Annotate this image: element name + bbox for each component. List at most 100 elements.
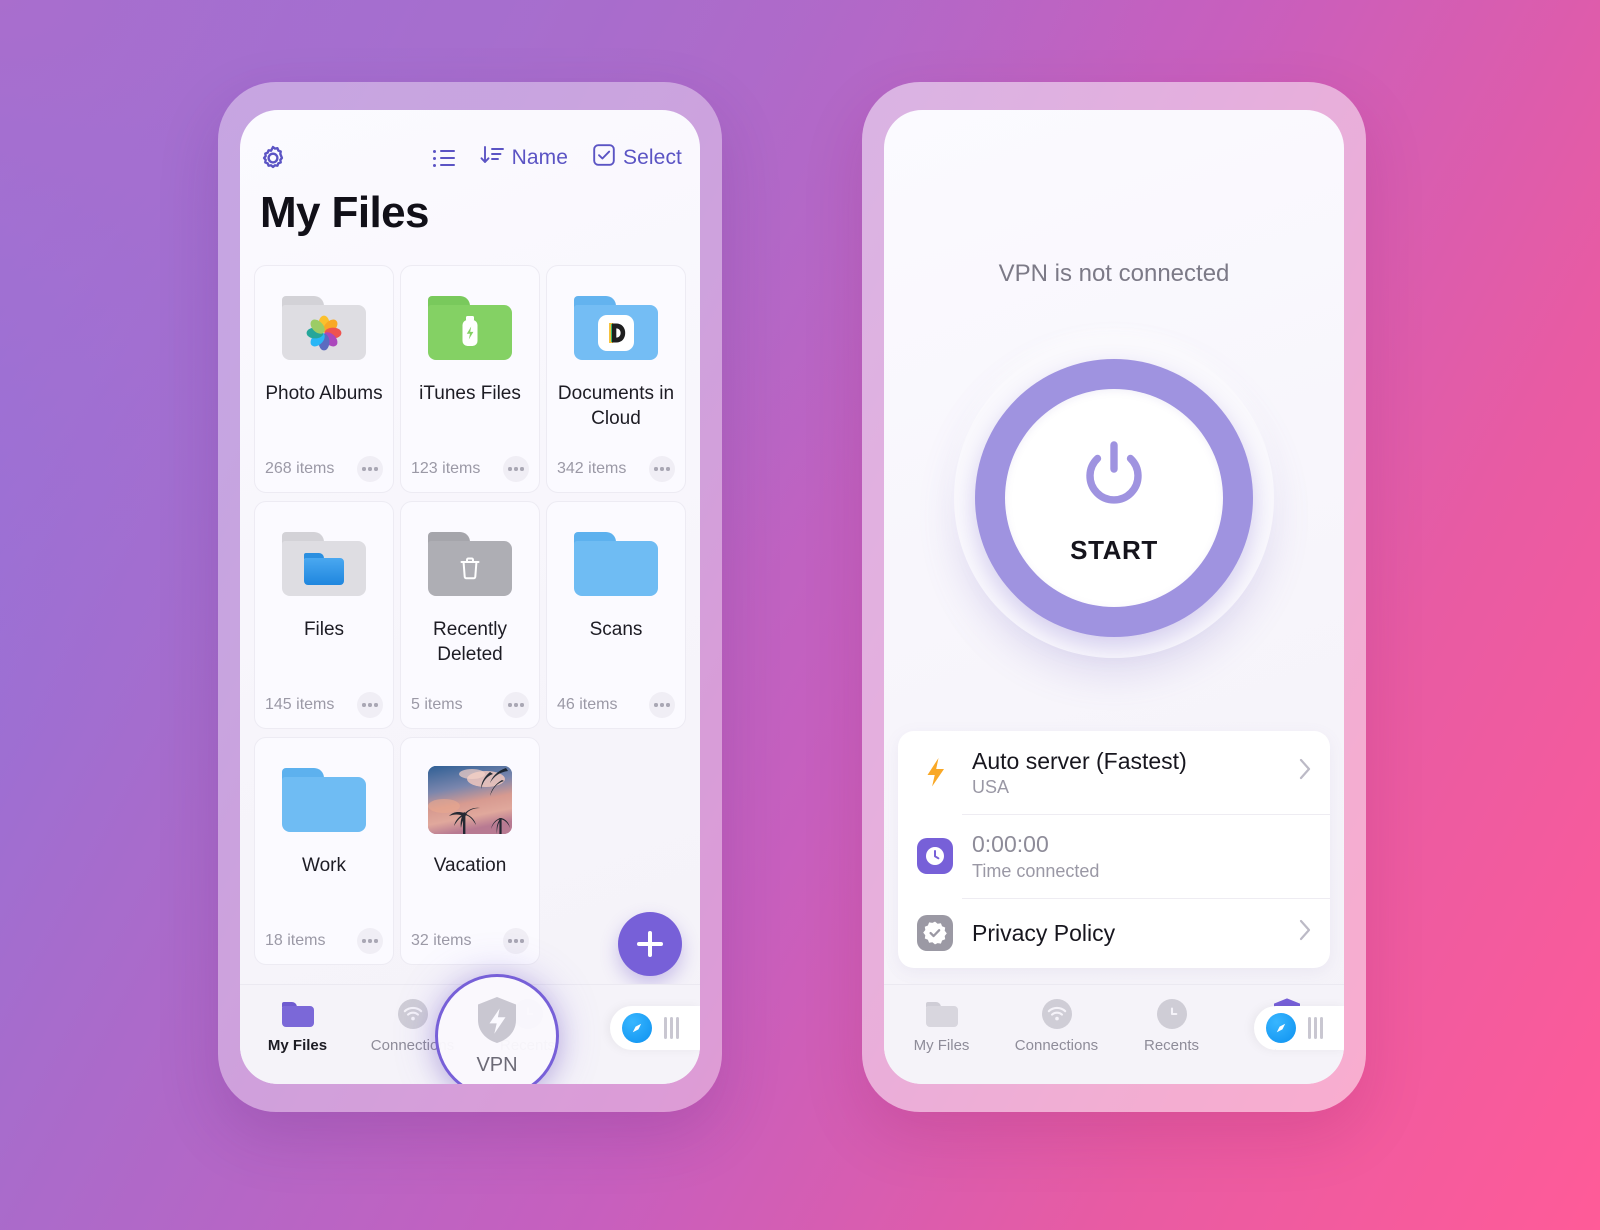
- folder-plain-icon: [574, 532, 658, 596]
- card-footer: 342 items: [557, 456, 675, 482]
- vpn-row-title: Privacy Policy: [972, 919, 1116, 946]
- card-footer: 46 items: [557, 692, 675, 718]
- sort-label: Name: [511, 146, 569, 169]
- card-icon: [574, 516, 658, 612]
- clock-icon: [1156, 997, 1187, 1031]
- chevron-right-icon: [1298, 757, 1312, 788]
- inner-folder-icon: [304, 552, 344, 585]
- card-count: 46 items: [557, 696, 618, 713]
- card-title: Files: [303, 619, 345, 640]
- folder-trash-icon: [428, 532, 512, 596]
- card-footer: 145 items: [265, 692, 383, 718]
- vpn-row-title: Auto server (Fastest): [972, 747, 1187, 774]
- card-title: Documents in Cloud: [557, 383, 675, 429]
- vpn-power-button[interactable]: START: [954, 338, 1274, 658]
- card-title: Work: [302, 855, 346, 876]
- card-title: Photo Albums: [265, 383, 383, 404]
- card-title: Scans: [589, 619, 643, 640]
- card-icon: [282, 752, 366, 848]
- files-toolbar: Name Select: [240, 132, 700, 184]
- folder-documents-icon: [574, 296, 658, 360]
- gear-icon[interactable]: [256, 141, 290, 175]
- more-options-icon[interactable]: [649, 692, 675, 718]
- card-count: 268 items: [265, 460, 335, 477]
- file-card-files[interactable]: Files 145 items: [254, 501, 394, 729]
- file-card-recently-deleted[interactable]: Recently Deleted 5 items: [400, 501, 540, 729]
- vpn-row-subtitle: Time connected: [972, 861, 1100, 881]
- tab-recents[interactable]: Recents: [1114, 997, 1229, 1054]
- tab-label: Recents: [1143, 1037, 1200, 1054]
- vpn-row-text: Auto server (Fastest) USA: [972, 747, 1280, 799]
- vpn-status-text: VPN is not connected: [998, 260, 1230, 287]
- home-indicator-pill[interactable]: [1254, 1006, 1344, 1050]
- vpn-settings-card: Auto server (Fastest) USA 0:00:00 Time c…: [898, 730, 1330, 968]
- folder-icon: [925, 997, 958, 1031]
- file-card-scans[interactable]: Scans 46 items: [546, 501, 686, 729]
- card-title: Recently Deleted: [433, 619, 507, 665]
- file-card-photo-albums[interactable]: Photo Albums 268 items: [254, 265, 394, 493]
- photo-thumbnail: [428, 766, 512, 834]
- folder-itunes-icon: [428, 296, 512, 360]
- tab-my-files[interactable]: My Files: [240, 997, 355, 1054]
- card-icon: [574, 280, 658, 376]
- list-view-button[interactable]: [432, 149, 455, 167]
- more-options-icon[interactable]: [503, 928, 529, 954]
- folder-photos-icon: [282, 296, 366, 360]
- card-footer: 123 items: [411, 456, 529, 482]
- bolt-icon: [916, 753, 954, 791]
- card-icon: [428, 516, 512, 612]
- select-button[interactable]: Select: [592, 143, 682, 173]
- home-indicator-pill[interactable]: [610, 1006, 700, 1050]
- clock-badge-icon: [916, 837, 954, 875]
- safari-compass-icon[interactable]: [1266, 1013, 1296, 1043]
- card-icon: [428, 280, 512, 376]
- vpn-row-text: 0:00:00 Time connected: [972, 830, 1312, 882]
- shield-bolt-icon: [475, 995, 519, 1050]
- card-title: Vacation: [433, 855, 507, 876]
- card-footer: 32 items: [411, 928, 529, 954]
- start-label: START: [1070, 535, 1158, 565]
- folder-icon: [281, 997, 314, 1031]
- page-title: My Files: [260, 188, 429, 237]
- vpn-row-subtitle: USA: [972, 777, 1010, 798]
- tab-label: Connections: [1014, 1037, 1099, 1054]
- more-options-icon[interactable]: [503, 692, 529, 718]
- list-view-icon: [432, 149, 455, 167]
- tab-connections[interactable]: Connections: [999, 997, 1114, 1054]
- checkbox-icon: [592, 143, 616, 173]
- vpn-row-privacy-policy[interactable]: Privacy Policy: [898, 898, 1330, 968]
- card-count: 5 items: [411, 696, 463, 713]
- toolbar-actions: Name Select: [432, 143, 682, 173]
- tab-label: VPN: [476, 1054, 518, 1076]
- wifi-icon: [1041, 997, 1072, 1031]
- card-footer: 268 items: [265, 456, 383, 482]
- card-count: 32 items: [411, 932, 472, 949]
- wifi-icon: [397, 997, 428, 1031]
- sort-by-name-button[interactable]: Name: [479, 143, 568, 173]
- add-button[interactable]: [618, 912, 682, 976]
- drag-handle-icon[interactable]: [664, 1017, 679, 1039]
- tab-label: My Files: [267, 1037, 328, 1054]
- phone-frame-vpn: VPN is not connected START Auto server (…: [862, 82, 1366, 1112]
- vpn-row-auto-server[interactable]: Auto server (Fastest) USA: [898, 731, 1330, 815]
- more-options-icon[interactable]: [649, 456, 675, 482]
- file-card-documents-in-cloud[interactable]: Documents in Cloud 342 items: [546, 265, 686, 493]
- select-label: Select: [623, 146, 682, 169]
- more-options-icon[interactable]: [357, 692, 383, 718]
- folder-plain-icon: [282, 768, 366, 832]
- drag-handle-icon[interactable]: [1308, 1017, 1323, 1039]
- card-count: 342 items: [557, 460, 627, 477]
- card-icon: [282, 280, 366, 376]
- tab-my-files[interactable]: My Files: [884, 997, 999, 1054]
- file-card-itunes-files[interactable]: iTunes Files 123 items: [400, 265, 540, 493]
- folder-files-icon: [282, 532, 366, 596]
- vpn-row-time-connected: 0:00:00 Time connected: [898, 814, 1330, 898]
- file-card-work[interactable]: Work 18 items: [254, 737, 394, 965]
- sort-descending-icon: [479, 143, 505, 173]
- more-options-icon[interactable]: [503, 456, 529, 482]
- more-options-icon[interactable]: [357, 456, 383, 482]
- file-card-vacation[interactable]: Vacation 32 items: [400, 737, 540, 965]
- chevron-right-icon: [1298, 918, 1312, 949]
- safari-compass-icon[interactable]: [622, 1013, 652, 1043]
- more-options-icon[interactable]: [357, 928, 383, 954]
